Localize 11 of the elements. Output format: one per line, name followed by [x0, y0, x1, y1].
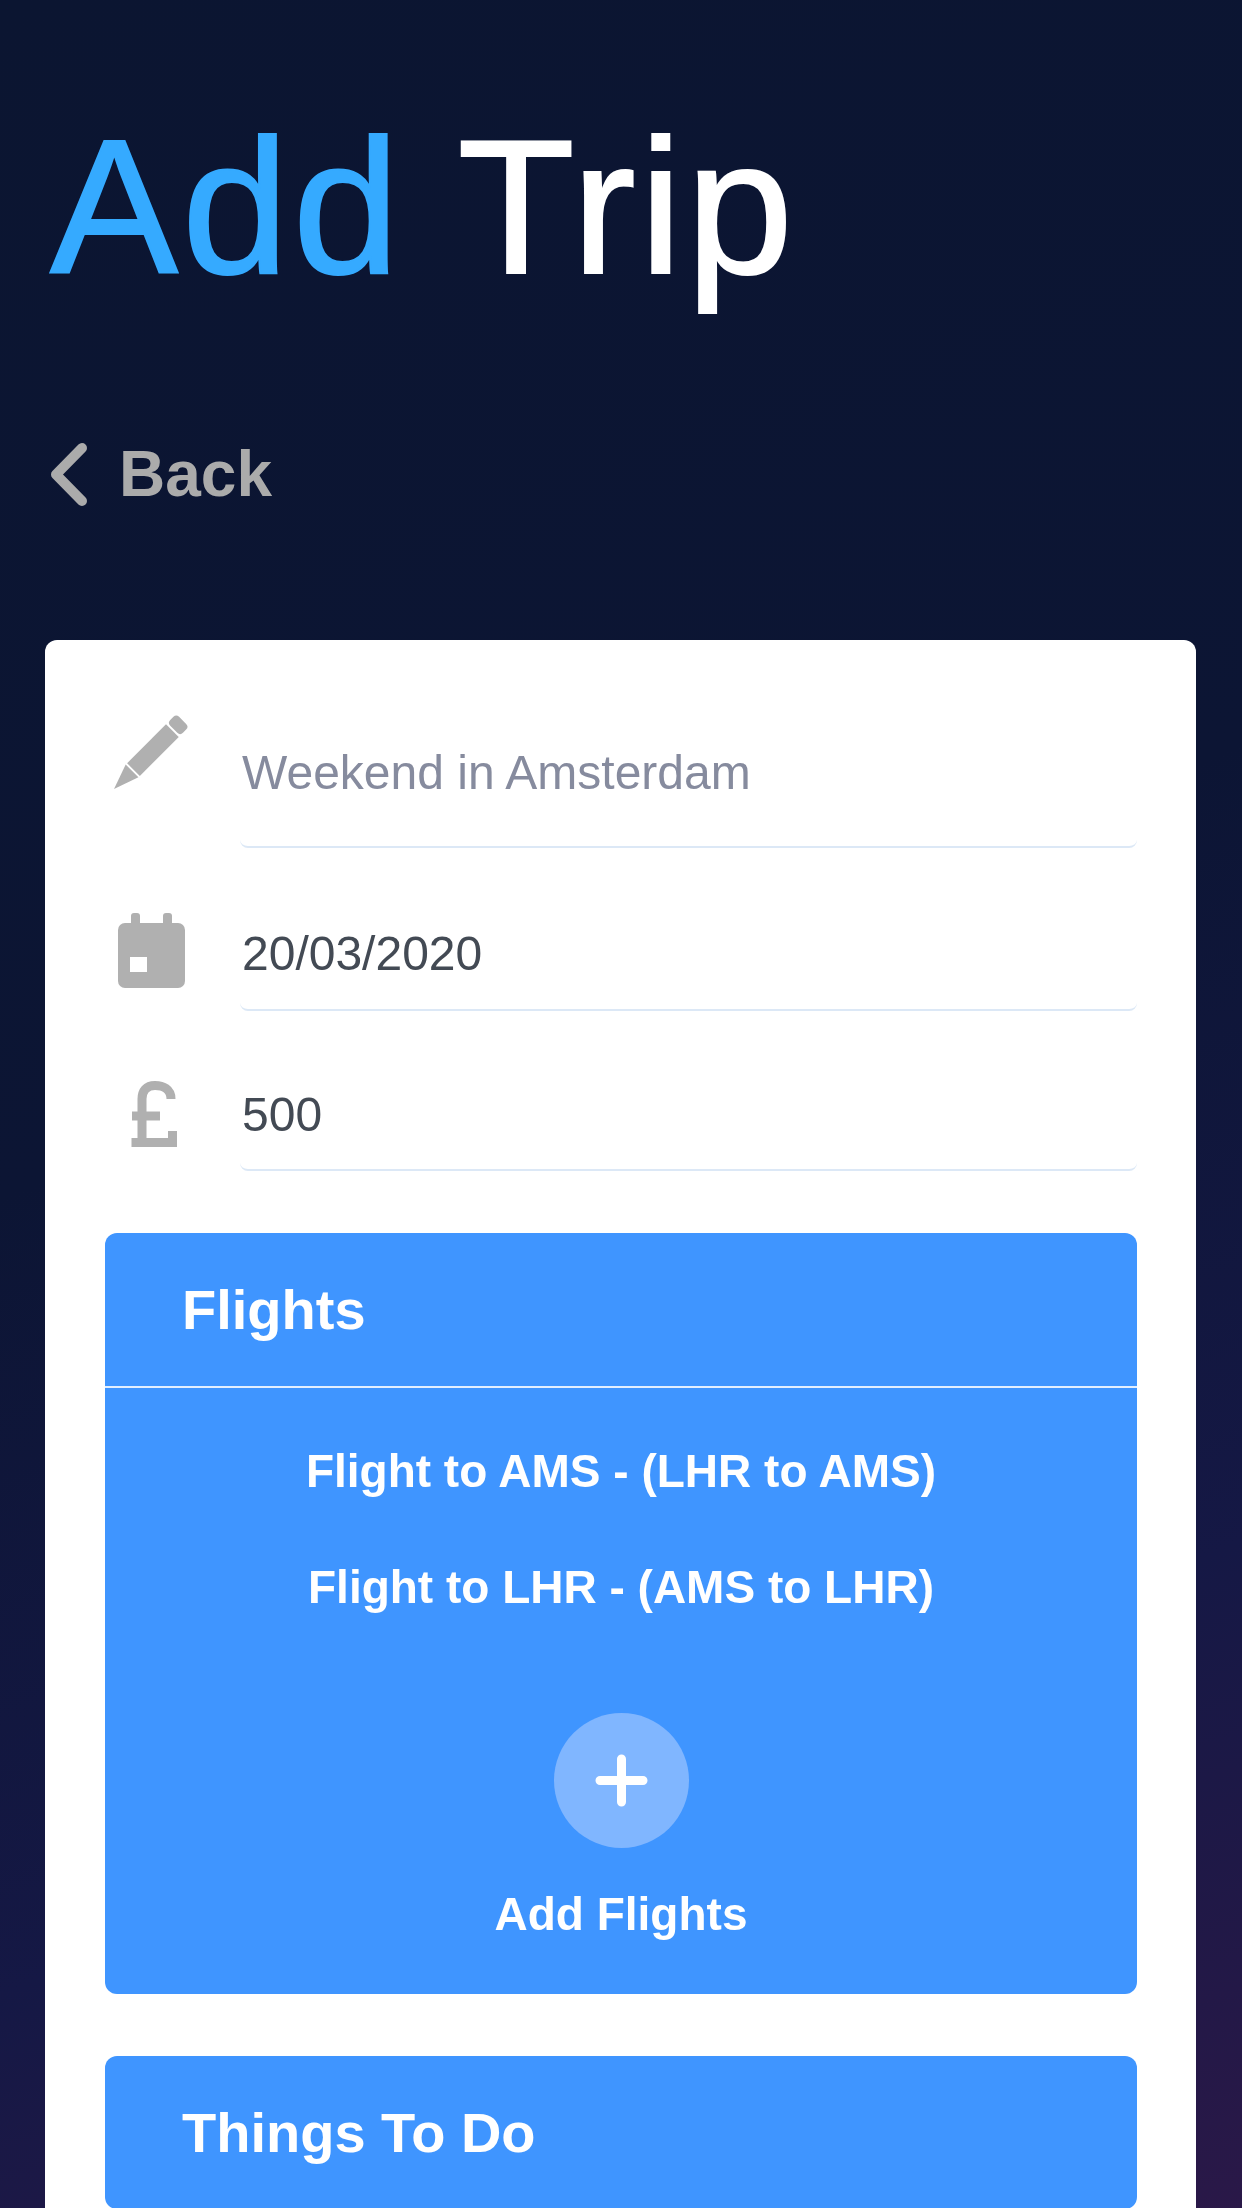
section-title: Flights [182, 1276, 366, 1343]
calendar-icon [118, 913, 185, 988]
chevron-left-icon [49, 442, 89, 506]
plus-icon [553, 1713, 689, 1848]
trip-name-field[interactable]: Weekend in Amsterdam [240, 698, 1137, 848]
page-title: Add Trip [49, 98, 799, 316]
date-field[interactable]: 20/03/2020 [240, 897, 1137, 1011]
budget-field[interactable]: 500 [240, 1060, 1137, 1171]
pencil-icon [114, 714, 189, 789]
section-title: Things To Do [182, 2099, 536, 2166]
back-link[interactable]: Back [49, 434, 272, 514]
